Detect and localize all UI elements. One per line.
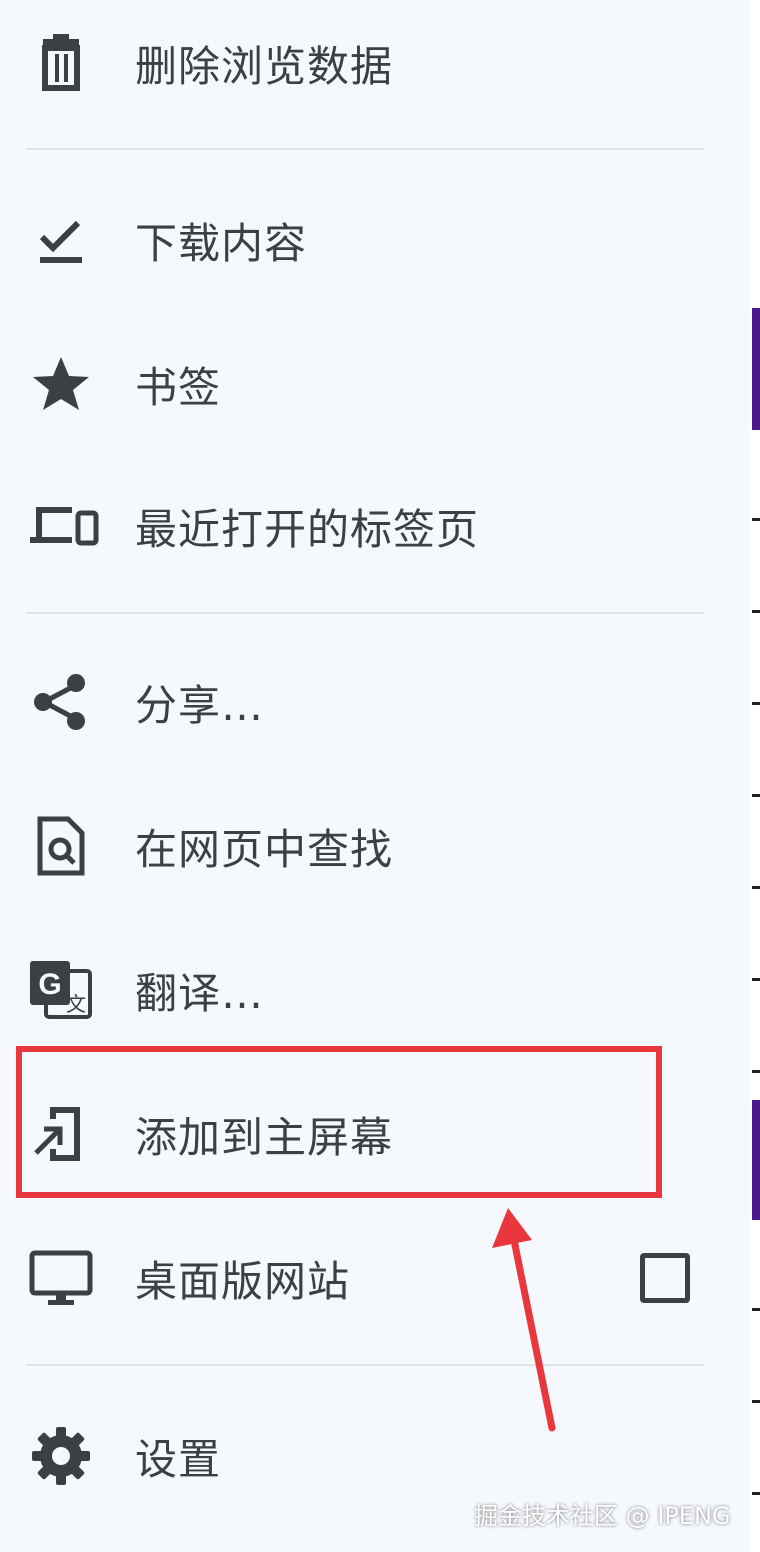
menu-item-translate[interactable]: G 文 翻译… — [0, 930, 750, 1050]
menu-item-downloads[interactable]: 下载内容 — [0, 180, 750, 300]
trash-icon — [28, 30, 94, 96]
find-in-page-icon — [28, 813, 94, 879]
background-page-edge — [750, 0, 760, 1552]
menu-item-label: 删除浏览数据 — [135, 41, 394, 91]
menu-item-label: 分享… — [135, 680, 265, 730]
menu-item-label: 桌面版网站 — [135, 1256, 351, 1306]
svg-text:G: G — [38, 968, 61, 1001]
menu-item-label: 翻译… — [135, 968, 265, 1018]
svg-text:文: 文 — [66, 992, 86, 1016]
share-icon — [28, 669, 94, 735]
menu-item-desktop-site[interactable]: 桌面版网站 — [0, 1218, 750, 1338]
translate-icon: G 文 — [28, 957, 94, 1023]
gear-icon — [28, 1423, 94, 1489]
watermark: 掘金技术社区 @ IPENG — [474, 1502, 731, 1530]
star-icon — [28, 351, 94, 417]
menu-item-label: 下载内容 — [135, 218, 308, 268]
download-done-icon — [28, 207, 94, 273]
menu-item-label: 最近打开的标签页 — [135, 504, 480, 554]
menu-item-recent-tabs[interactable]: 最近打开的标签页 — [0, 466, 750, 586]
menu-divider — [26, 1364, 704, 1366]
menu-item-label: 在网页中查找 — [135, 824, 394, 874]
menu-divider — [26, 148, 704, 150]
highlight-box — [16, 1046, 662, 1198]
menu-item-find-in-page[interactable]: 在网页中查找 — [0, 786, 750, 906]
menu-item-clear-browsing-data[interactable]: 删除浏览数据 — [0, 3, 750, 123]
devices-icon — [28, 493, 100, 559]
menu-item-label: 设置 — [135, 1434, 222, 1484]
desktop-site-checkbox[interactable] — [640, 1253, 690, 1303]
browser-overflow-menu: 删除浏览数据 下载内容 书签 最近打开的标签页 分享… 在网页中查找 G 文 翻… — [0, 0, 750, 1552]
menu-item-bookmarks[interactable]: 书签 — [0, 324, 750, 444]
menu-divider — [26, 612, 704, 614]
annotation-arrow-icon — [492, 1208, 556, 1432]
menu-item-label: 书签 — [135, 362, 222, 412]
desktop-icon — [28, 1245, 94, 1311]
menu-item-share[interactable]: 分享… — [0, 642, 750, 762]
